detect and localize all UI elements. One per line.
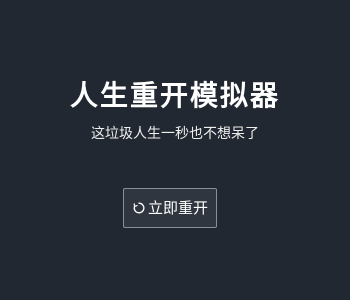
restart-icon-graphic	[133, 202, 145, 214]
restart-button-label: 立即重开	[147, 199, 208, 217]
game-title: 人生重开模拟器	[69, 79, 280, 112]
restart-button[interactable]: 立即重开	[123, 188, 217, 228]
game-subtitle: 这垃圾人生一秒也不想呆了	[91, 126, 259, 142]
restart-icon	[132, 201, 146, 215]
game-start-screen: 人生重开模拟器 这垃圾人生一秒也不想呆了 立即重开	[0, 0, 350, 300]
